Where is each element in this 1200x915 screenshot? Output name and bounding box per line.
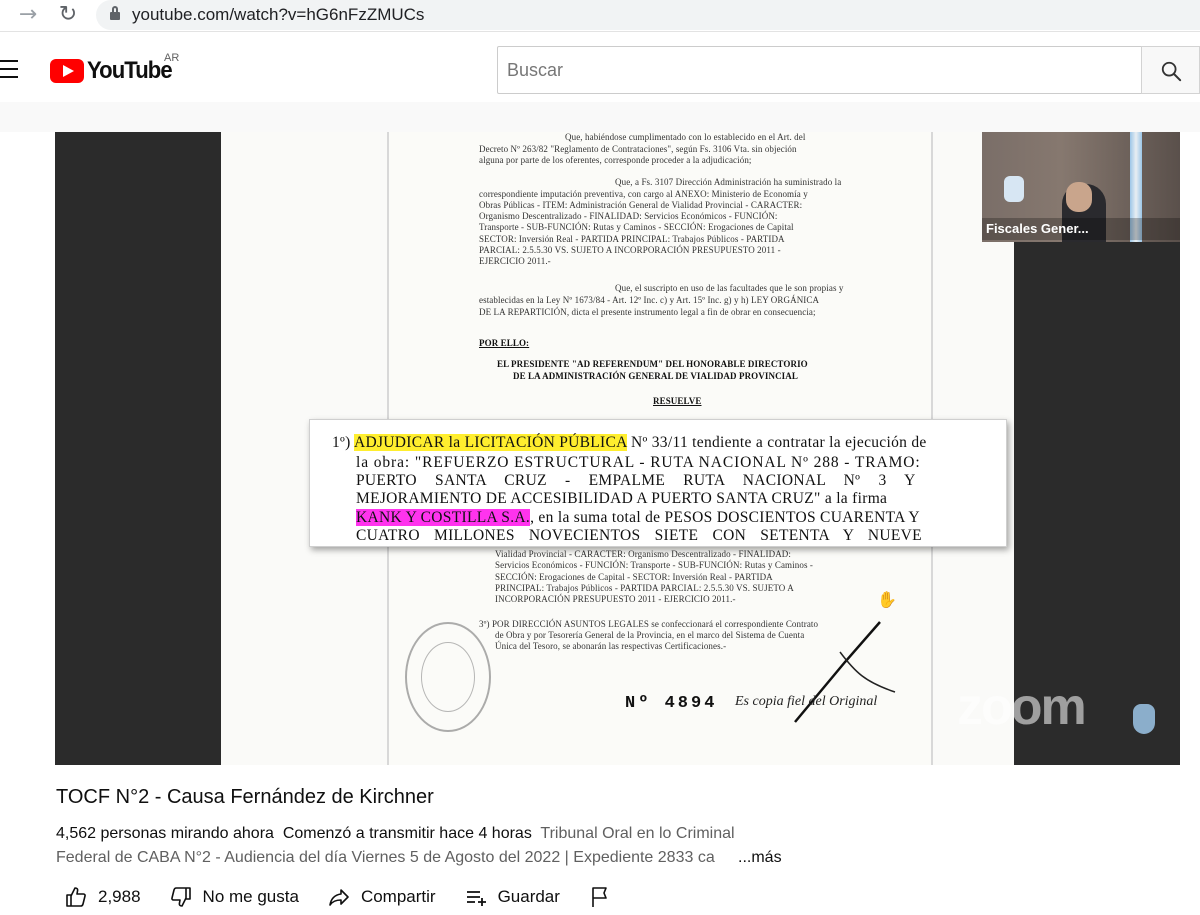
browser-toolbar: → ↻ youtube.com/watch?v=hG6nFzZMUCs [0, 0, 1200, 32]
search-button[interactable] [1141, 46, 1200, 94]
coat-of-arms-icon [1133, 704, 1155, 734]
description-line-1: Tribunal Oral en lo Criminal [540, 825, 735, 842]
share-arrow-icon [329, 889, 349, 906]
clause-line-5: KANK Y COSTILLA S.A., en la suma total d… [356, 509, 920, 527]
video-meta-line: 4,562 personas mirando ahora Comenzó a t… [56, 825, 735, 843]
search-field[interactable] [497, 46, 1142, 94]
document-bottom-line: Servicios Económicos - FUNCIÓN: Transpor… [495, 560, 813, 570]
yellow-highlight: ADJUDICAR la LICITACIÓN PÚBLICA [353, 434, 627, 451]
clause-line-4: MEJORAMIENTO DE ACCESIBILIDAD A PUERTO S… [356, 490, 888, 507]
video-player[interactable]: Que, habiéndose cumplimentado con lo est… [55, 132, 1180, 765]
play-logo-icon [50, 59, 84, 83]
youtube-logo[interactable]: YouTube [50, 57, 179, 84]
document-top-line: alguna por parte de los oferentes, corre… [479, 155, 752, 165]
official-seal-stamp [405, 622, 491, 732]
thumbs-down-icon [170, 887, 191, 907]
document-top-line: Que, el suscripto en uso de las facultad… [615, 283, 844, 293]
like-count: 2,988 [98, 887, 141, 906]
document-top-line: Decreto Nº 263/82 "Reglamento de Contrat… [479, 144, 797, 154]
pink-highlight: KANK Y COSTILLA S.A. [356, 509, 531, 526]
report-button[interactable] [588, 885, 622, 909]
resuelve-label: RESUELVE [653, 396, 702, 406]
show-more-link[interactable]: ...más [736, 849, 782, 867]
document-number-prefix: Nº [625, 694, 652, 713]
document-top-line: Organismo Descentralizado - FINALIDAD: S… [479, 211, 778, 221]
document-bottom-line: 3º) POR DIRECCIÓN ASUNTOS LEGALES se con… [479, 619, 819, 629]
clause-line-3: PUERTO SANTA CRUZ - EMPALME RUTA NACIONA… [356, 472, 916, 489]
camera-label: Fiscales Gener... [982, 218, 1180, 240]
document-bottom-line: Vialidad Provincial - CARACTER: Organism… [495, 549, 791, 559]
document-top-line: correspondiente imputación preventiva, c… [479, 189, 808, 199]
page-spacer [0, 102, 1200, 132]
save-label: Guardar [497, 887, 560, 906]
document-top-line: Que, habiéndose cumplimentado con lo est… [565, 132, 806, 142]
document-top-line: DE LA REPARTICIÓN, dicta el presente ins… [479, 307, 816, 317]
zoom-watermark: zoom [957, 678, 1087, 736]
clause-line-6: CUATRO MILLONES NOVECIENTOS SIETE CON SE… [356, 527, 922, 544]
search-input[interactable] [498, 47, 1141, 93]
dislike-button[interactable]: No me gusta [169, 885, 299, 909]
clause-line-5-rest: , en la suma total de PESOS DOSCIENTOS C… [530, 509, 920, 526]
clause-line-2: la obra: "REFUERZO ESTRUCTURAL - RUTA NA… [356, 454, 921, 471]
document-bottom-line: Única del Tesoro, se abonarán las respec… [495, 641, 727, 651]
like-button[interactable]: 2,988 [64, 885, 141, 909]
clause-line-1: 1º) ADJUDICAR la LICITACIÓN PÚBLICA Nº 3… [332, 434, 927, 452]
save-button[interactable]: Guardar [464, 885, 560, 909]
playlist-add-icon [466, 891, 486, 906]
share-button[interactable]: Compartir [327, 885, 436, 909]
youtube-header: YouTube AR [0, 40, 1200, 102]
highlighted-clause: 1º) ADJUDICAR la LICITACIÓN PÚBLICA Nº 3… [309, 419, 1007, 547]
president-line-1: EL PRESIDENTE "AD REFERENDUM" DEL HONORA… [497, 359, 808, 369]
speaker-camera-tile: Fiscales Gener... [982, 132, 1180, 242]
document-bottom-line: INCORPORACIÓN PRESUPUESTO 2011 - EJERCIC… [495, 594, 736, 604]
reload-icon[interactable]: ↻ [54, 2, 82, 28]
document-top-line: Obras Públicas - ITEM: Administración Ge… [479, 200, 803, 210]
hand-cursor-icon: ✋ [877, 590, 897, 609]
document-number-value: 4894 [664, 694, 718, 713]
document-top-line: EJERCICIO 2011.- [479, 256, 551, 266]
thumbs-up-icon [66, 887, 86, 907]
region-code: AR [164, 52, 180, 64]
forward-icon[interactable]: → [14, 2, 42, 28]
description-line-2: Federal de CABA N°2 - Audiencia del día … [56, 849, 715, 866]
flag-icon [592, 887, 607, 907]
share-label: Compartir [360, 887, 436, 906]
viewer-count: 4,562 personas mirando ahora [56, 825, 274, 842]
action-bar: 2,988 No me gusta Compartir Guardar [64, 882, 650, 912]
signature-stroke [794, 621, 896, 723]
clause-number: 1º) [332, 434, 351, 451]
clause-line-1-rest: Nº 33/11 tendiente a contratar la ejecuc… [626, 434, 927, 451]
por-ello-label: POR ELLO: [479, 338, 530, 348]
address-bar[interactable]: youtube.com/watch?v=hG6nFzZMUCs [96, 0, 1200, 30]
document-bottom-line: SECCIÓN: Erogaciones de Capital - SECTOR… [495, 572, 773, 582]
document-top-line: PARCIAL: 2.5.5.30 VS. SUJETO A INCORPORA… [479, 245, 781, 255]
logo-text: YouTube [87, 57, 173, 84]
lock-icon [110, 6, 120, 21]
document-top-line: Que, a Fs. 3107 Dirección Administración… [615, 177, 842, 187]
url-text[interactable]: youtube.com/watch?v=hG6nFzZMUCs [132, 5, 424, 25]
emblem-icon [1004, 176, 1024, 202]
document-bottom-line: PRINCIPAL: Trabajos Públicos - PARTIDA P… [495, 583, 794, 593]
stream-start: Comenzó a transmitir hace 4 horas [282, 825, 532, 842]
document-number: Nº 4894 [625, 694, 717, 713]
video-title: TOCF N°2 - Causa Fernández de Kirchner [56, 786, 434, 808]
dislike-label: No me gusta [202, 887, 299, 906]
document-top-line: SECTOR: Inversión Real - PARTIDA PRINCIP… [479, 234, 785, 244]
copy-certification: Es copia fiel del Original [735, 694, 878, 709]
search-icon [1161, 61, 1182, 82]
document-top-line: establecidas en la Ley Nº 1673/84 - Art.… [479, 295, 820, 305]
document-top-line: Transporte - SUB-FUNCIÓN: Rutas y Camino… [479, 222, 794, 232]
menu-icon[interactable] [0, 60, 20, 78]
president-line-2: DE LA ADMINISTRACIÓN GENERAL DE VIALIDAD… [513, 371, 798, 381]
document-bottom-line: de Obra y por Tesorería General de la Pr… [495, 630, 805, 640]
video-letterbox-left [55, 132, 221, 765]
